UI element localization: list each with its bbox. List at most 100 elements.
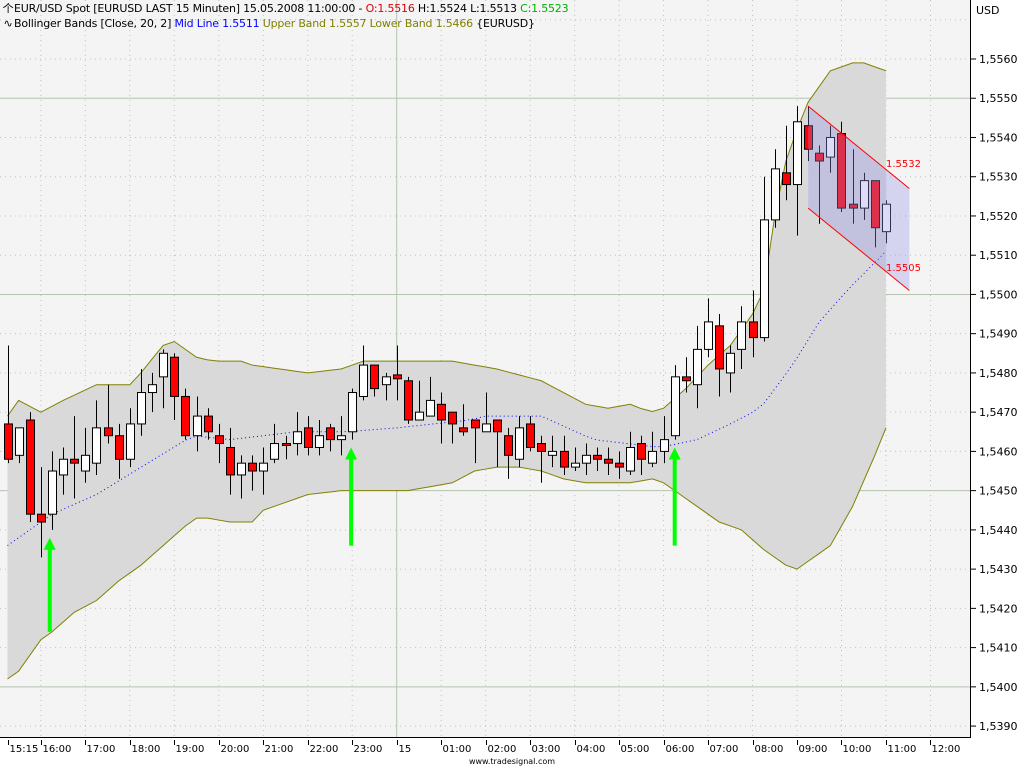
y-tick-label: 1,5410: [979, 642, 1018, 655]
x-tick-label: 11:00: [888, 744, 917, 755]
candle-body-up: [137, 392, 146, 425]
candlestick-icon: 个: [2, 2, 14, 15]
y-tick-label: 1,5550: [979, 92, 1018, 105]
y-tick-label: 1,5400: [979, 681, 1018, 694]
x-tick-label: 15:15: [10, 744, 39, 755]
candle-body-up: [648, 450, 657, 464]
x-tick-label: 10:00: [843, 744, 872, 755]
y-axis-unit: USD: [976, 4, 1000, 17]
candle-body-up: [270, 443, 279, 460]
x-tick-label: 22:00: [310, 744, 339, 755]
channel-upper-label: 1.5532: [886, 159, 921, 170]
footer-url[interactable]: www.tradesignal.com: [469, 757, 555, 766]
candle[interactable]: [181, 388, 190, 440]
candle-body-up: [626, 446, 635, 472]
candle-body-down: [215, 435, 224, 445]
candle-body-up: [482, 423, 491, 433]
candle-body-down: [593, 454, 602, 460]
candle-body-up: [126, 423, 135, 460]
candle-body-up: [293, 431, 302, 445]
candle-body-up: [159, 352, 168, 378]
candle-body-down: [437, 403, 446, 421]
y-tick-label: 1,5510: [979, 249, 1018, 262]
y-tick-label: 1,5460: [979, 445, 1018, 458]
candle-body-down: [370, 364, 379, 390]
candle-body-down: [637, 443, 646, 460]
y-tick-label: 1,5540: [979, 131, 1018, 144]
candle-body-down: [4, 423, 13, 460]
x-tick-label: 08:00: [755, 744, 784, 755]
candle-body-down: [104, 427, 113, 437]
candle-body-down: [204, 415, 213, 433]
candle-body-up: [48, 470, 57, 515]
candle[interactable]: [26, 412, 35, 523]
candle-body-up: [92, 427, 101, 464]
candle-body-down: [404, 380, 413, 421]
x-axis[interactable]: 15:15 16:00 17:00 18:00 19:00 20:00 21:00 22:00…: [8, 740, 961, 755]
candle-body-up: [81, 454, 90, 472]
candle-body-up: [726, 352, 735, 374]
y-tick-label: 1,5490: [979, 328, 1018, 341]
x-tick-label: 21:00: [265, 744, 294, 755]
y-tick-label: 1,5440: [979, 524, 1018, 537]
candle-body-down: [537, 443, 546, 452]
x-tick-label: 07:00: [710, 744, 739, 755]
y-tick-label: 1,5450: [979, 485, 1018, 498]
candle-body-down: [448, 411, 457, 425]
y-tick-label: 1,5530: [979, 171, 1018, 184]
mid-line-value: Mid Line 1.5511: [174, 17, 260, 30]
candle-body-down: [493, 419, 502, 433]
x-tick-label: 05:00: [621, 744, 650, 755]
x-tick-label: 17:00: [87, 744, 116, 755]
candle-body-up: [760, 219, 769, 339]
x-tick-label: 23:00: [354, 744, 383, 755]
candle-body-down: [181, 395, 190, 437]
candle-body-up: [693, 348, 702, 386]
candle-body-up: [382, 376, 391, 386]
candle-body-down: [604, 458, 613, 464]
candle-body-down: [526, 423, 535, 448]
candle-body-up: [193, 415, 202, 437]
candle-body-down: [326, 427, 335, 441]
y-tick-label: 1,5480: [979, 367, 1018, 380]
x-tick-label: 15: [399, 744, 412, 755]
candle-body-down: [304, 427, 313, 448]
x-tick-label: 01:00: [443, 744, 472, 755]
candle-body-down: [393, 374, 402, 380]
candle-body-up: [337, 435, 346, 441]
candle[interactable]: [348, 388, 357, 440]
candle-body-down: [26, 419, 35, 515]
candle-body-down: [37, 513, 46, 523]
x-tick-label: 04:00: [577, 744, 606, 755]
x-tick-label: 18:00: [132, 744, 161, 755]
candle-body-up: [793, 121, 802, 186]
indicator-legend: ∿Bollinger Bands [Close, 20, 2] Mid Line…: [2, 17, 534, 31]
candle-body-up: [259, 462, 268, 472]
symbol-info: EUR/USD Spot [EURUSD LAST 15 Minuten] 15…: [14, 2, 366, 15]
x-tick-label: 12:00: [932, 744, 961, 755]
candle-body-down: [70, 458, 79, 464]
x-tick-label: 19:00: [176, 744, 205, 755]
y-tick-label: 1,5430: [979, 563, 1018, 576]
candle-body-up: [415, 411, 424, 421]
candle-body-up: [704, 321, 713, 350]
candle-body-up: [571, 462, 580, 468]
candle-body-up: [237, 462, 246, 476]
candle-body-up: [771, 168, 780, 221]
candle-body-up: [548, 450, 557, 456]
y-tick-label: 1,5470: [979, 406, 1018, 419]
candle-body-up: [59, 458, 68, 476]
y-tick-label: 1,5520: [979, 210, 1018, 223]
x-tick-label: 20:00: [221, 744, 250, 755]
y-axis[interactable]: 1,5560 1,5550 1,5540 1,5530 1,5520 1,5510 1,55…: [971, 53, 1018, 733]
candle-body-down: [282, 443, 291, 447]
open-value: O:1.5516: [365, 2, 415, 15]
candle-body-down: [560, 450, 569, 468]
x-tick-label: 06:00: [666, 744, 695, 755]
y-tick-label: 1,5500: [979, 288, 1018, 301]
candle-body-down: [248, 462, 257, 472]
candle[interactable]: [404, 376, 413, 424]
close-value: C:1.5523: [520, 2, 569, 15]
candle-body-down: [504, 435, 513, 456]
x-tick-label: 16:00: [43, 744, 72, 755]
